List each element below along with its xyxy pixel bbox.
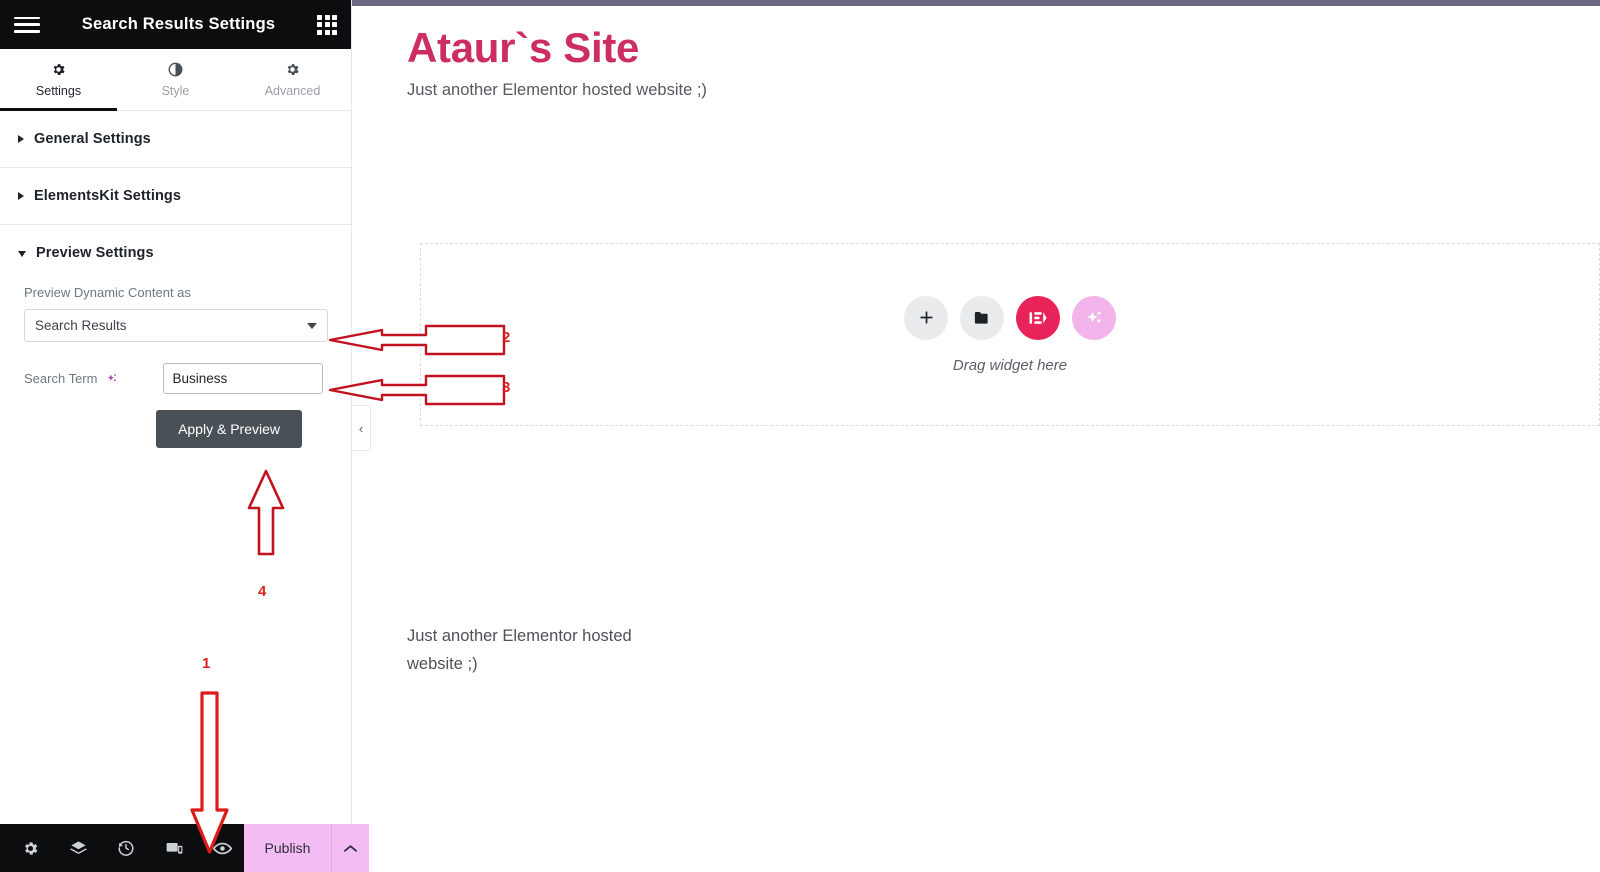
annotation-number-4: 4 — [258, 583, 267, 600]
tab-advanced[interactable]: Advanced — [234, 49, 351, 110]
dynamic-content-select-wrap: Search Results — [24, 309, 328, 342]
apply-preview-button[interactable]: Apply & Preview — [156, 410, 302, 448]
elementskit-button[interactable] — [1016, 295, 1060, 340]
contrast-icon — [168, 61, 183, 78]
site-tagline: Just another Elementor hosted website ;) — [407, 81, 707, 100]
dynamic-content-label: Preview Dynamic Content as — [24, 285, 191, 300]
grid-apps-icon[interactable] — [317, 14, 337, 35]
widget-drop-area[interactable]: Drag widget here — [420, 243, 1600, 426]
elementor-settings-panel: Search Results Settings Settings Style A… — [0, 0, 369, 872]
tab-style-label: Style — [161, 84, 190, 98]
navigator-layers-icon[interactable] — [56, 824, 100, 872]
search-term-input[interactable] — [163, 363, 324, 394]
section-general-settings: General Settings — [0, 111, 351, 168]
panel-header: Search Results Settings — [0, 0, 351, 49]
section-elementskit-settings-header[interactable]: ElementsKit Settings — [0, 168, 351, 224]
panel-tabs: Settings Style Advanced — [0, 49, 351, 111]
preview-settings-content: Preview Dynamic Content as Search Result… — [0, 281, 351, 466]
publish-button[interactable]: Publish — [244, 824, 331, 872]
annotation-number-3: 3 — [502, 379, 511, 396]
chevron-down-icon — [18, 251, 26, 257]
section-preview-settings-header[interactable]: Preview Settings — [0, 225, 351, 281]
tab-advanced-label: Advanced — [264, 84, 321, 98]
annotation-number-1: 1 — [202, 655, 211, 672]
tab-style[interactable]: Style — [117, 49, 234, 110]
dynamic-content-select[interactable]: Search Results — [24, 309, 328, 342]
hamburger-icon[interactable] — [14, 15, 40, 35]
section-general-settings-title: General Settings — [34, 131, 151, 147]
publish-group: Publish — [244, 824, 369, 872]
panel-collapse-handle[interactable]: ‹ — [352, 405, 371, 451]
section-elementskit-settings: ElementsKit Settings — [0, 168, 351, 225]
add-element-button[interactable] — [904, 295, 948, 340]
gear-icon — [285, 61, 300, 78]
history-clock-icon[interactable] — [104, 824, 148, 872]
panel-title: Search Results Settings — [81, 15, 276, 33]
section-elementskit-settings-title: ElementsKit Settings — [34, 188, 182, 204]
chevron-right-icon — [18, 192, 24, 200]
site-header: Ataur`s Site Just another Elementor host… — [352, 6, 1600, 100]
settings-gear-icon[interactable] — [8, 824, 52, 872]
add-template-button[interactable] — [960, 295, 1004, 340]
annotation-number-2: 2 — [502, 329, 511, 346]
panel-body: General Settings ElementsKit Settings Pr… — [0, 111, 351, 824]
section-preview-settings-title: Preview Settings — [36, 245, 154, 261]
gear-icon — [51, 61, 66, 78]
site-title: Ataur`s Site — [407, 24, 640, 71]
publish-options-chevron-up-icon[interactable] — [331, 824, 369, 872]
chevron-right-icon — [18, 135, 24, 143]
drop-area-buttons — [904, 295, 1116, 340]
ai-button[interactable] — [1072, 295, 1116, 340]
section-general-settings-header[interactable]: General Settings — [0, 111, 351, 167]
ai-sparkle-icon[interactable] — [104, 371, 119, 386]
tab-settings-label: Settings — [35, 84, 82, 98]
footer-tools — [0, 824, 244, 872]
drag-widget-label: Drag widget here — [952, 356, 1068, 374]
search-term-row: Search Term — [24, 363, 327, 394]
tab-settings[interactable]: Settings — [0, 49, 117, 111]
preview-eye-icon[interactable] — [200, 824, 244, 872]
responsive-devices-icon[interactable] — [152, 824, 196, 872]
editor-canvas: Ataur`s Site Just another Elementor host… — [352, 0, 1600, 872]
section-preview-settings: Preview Settings Preview Dynamic Content… — [0, 225, 351, 466]
canvas-body-text: Just another Elementor hosted website ;) — [407, 627, 632, 673]
panel-footer: Publish — [0, 824, 369, 872]
apply-preview-row: Apply & Preview — [24, 410, 327, 448]
search-term-label: Search Term — [24, 371, 98, 386]
